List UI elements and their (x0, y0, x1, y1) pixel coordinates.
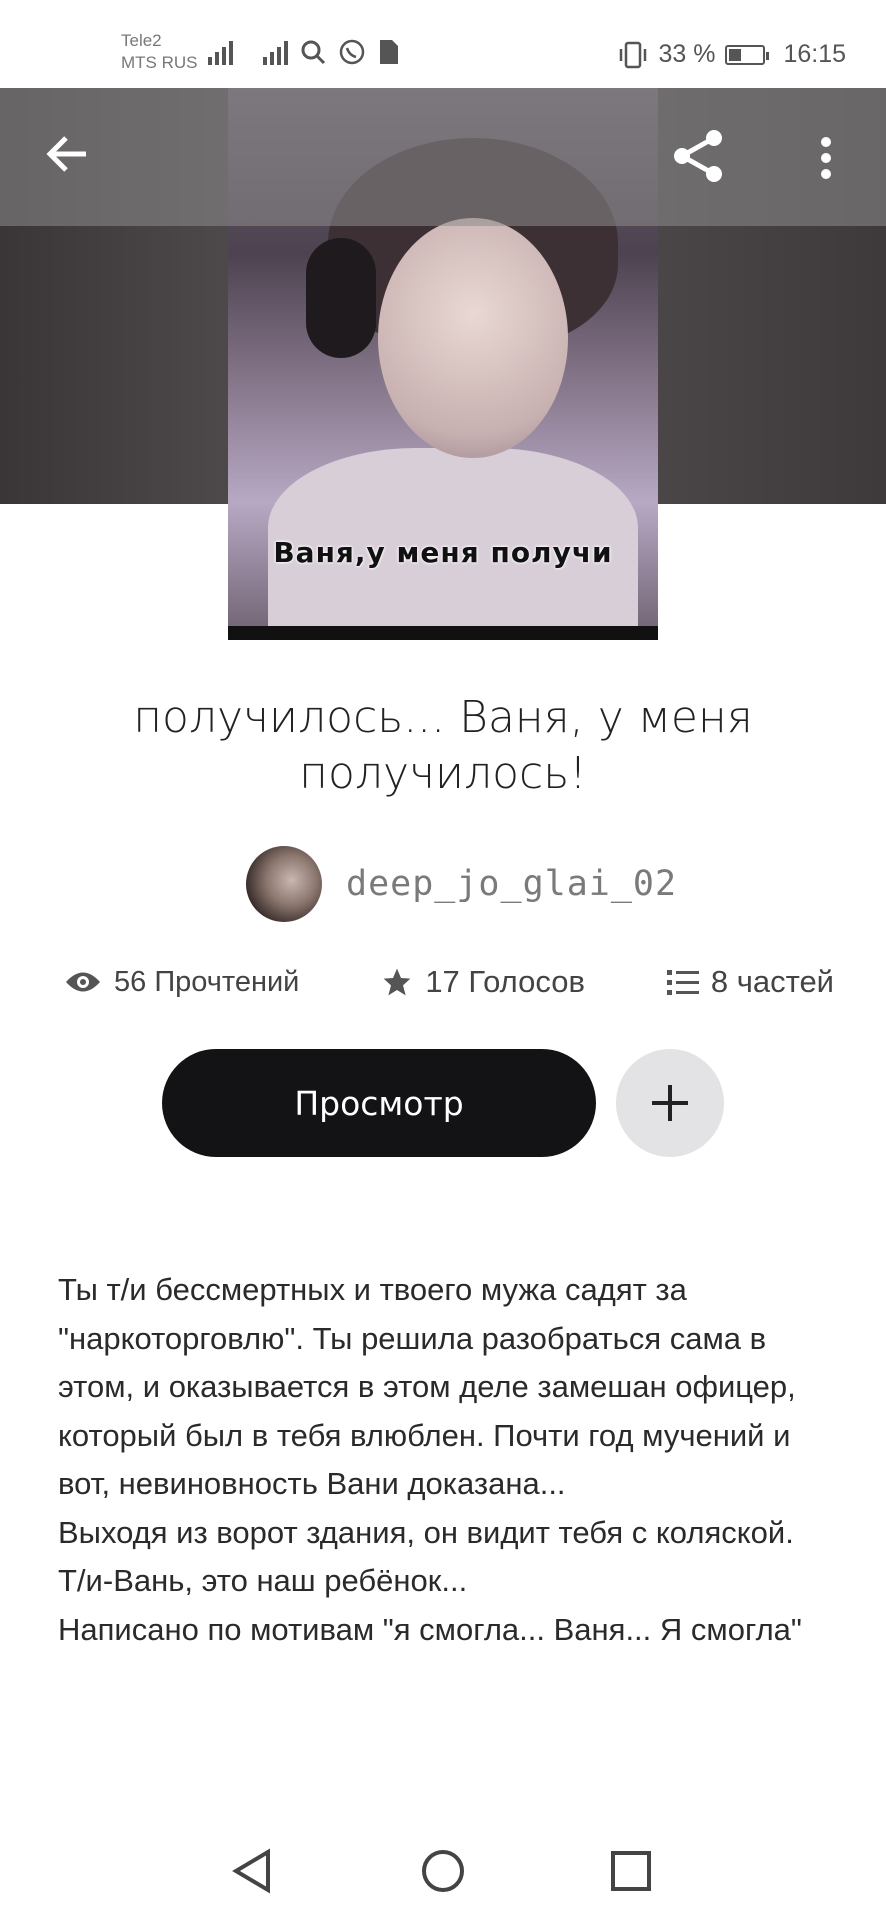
back-button[interactable] (40, 126, 96, 182)
battery-percent: 33 % (658, 40, 716, 68)
carrier-1: Tele2 (121, 31, 162, 50)
reads-stat: 56 Прочтений (64, 966, 299, 999)
status-bar: Tele2 MTS RUS 33 % 16:15 (0, 0, 886, 88)
signal-4g-icon (208, 39, 233, 65)
top-app-bar (0, 88, 886, 226)
parts-stat: 8 частей (666, 964, 834, 1000)
signal-icon (263, 39, 288, 65)
nav-back-icon[interactable] (228, 1846, 278, 1896)
votes-count: 17 Голосов (425, 964, 585, 999)
author-name[interactable]: deep_jo_glai_02 (346, 864, 677, 904)
view-button[interactable]: Просмотр (162, 1049, 596, 1157)
sim-icon (380, 40, 398, 64)
whatsapp-icon (339, 39, 365, 65)
avatar[interactable] (246, 846, 322, 922)
share-button[interactable] (666, 124, 730, 188)
parts-count: 8 частей (710, 964, 834, 999)
nav-home-icon[interactable] (418, 1846, 468, 1896)
cover-caption: Ваня,у меня получи (273, 536, 613, 569)
battery-icon (725, 44, 770, 65)
share-icon (674, 130, 722, 182)
story-description: Ты т/и бессмертных и твоего мужа садят з… (58, 1272, 802, 1647)
vibrate-icon (620, 41, 647, 68)
eye-icon (66, 972, 100, 992)
add-to-library-button[interactable] (616, 1049, 724, 1157)
status-icons (208, 38, 400, 66)
reads-count: 56 Прочтений (114, 965, 300, 998)
star-icon (383, 968, 411, 996)
more-options-button[interactable] (808, 130, 844, 186)
status-right: 33 % 16:15 (618, 40, 846, 69)
votes-stat: 17 Голосов (381, 964, 585, 1000)
author-row[interactable]: deep_jo_glai_02 (246, 846, 677, 922)
view-button-label: Просмотр (294, 1083, 464, 1123)
clock: 16:15 (783, 40, 846, 68)
search-icon (301, 40, 326, 65)
story-stats: 56 Прочтений 17 Голосов 8 частей (64, 964, 834, 1000)
book-title: получилось... Ваня, у меня получилось! (133, 692, 753, 799)
more-vertical-icon (821, 137, 831, 179)
carrier-info: Tele2 MTS RUS (121, 30, 198, 74)
nav-recents-icon[interactable] (606, 1846, 656, 1896)
list-icon (666, 970, 699, 995)
arrow-left-icon (46, 136, 86, 172)
plus-icon (652, 1085, 688, 1121)
carrier-2: MTS RUS (121, 53, 198, 72)
